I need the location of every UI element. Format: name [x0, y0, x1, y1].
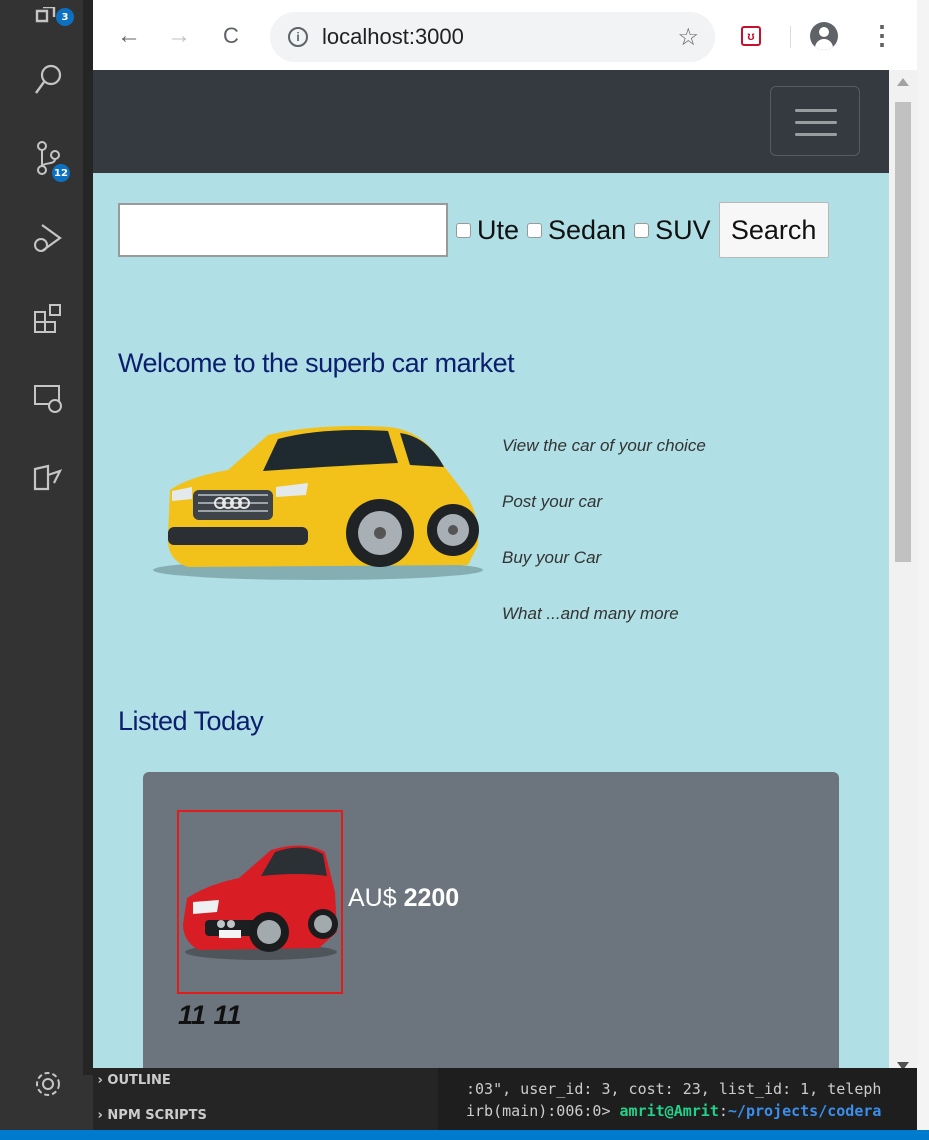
browser-menu-icon[interactable]: ⋮ [869, 20, 895, 51]
scrollbar-thumb[interactable] [895, 102, 911, 562]
site-navbar [93, 70, 889, 173]
url-text[interactable]: localhost:3000 [322, 24, 464, 50]
feature-text: Post your car [502, 492, 603, 511]
site-info-icon[interactable]: i [288, 27, 308, 47]
feature-text: What ...and many more [502, 604, 679, 623]
source-control-badge: 12 [52, 164, 70, 182]
listing-image[interactable] [177, 810, 343, 994]
page-viewport: Ute Sedan SUV Search Welcome to the supe… [93, 70, 889, 1078]
profile-avatar-icon[interactable] [810, 22, 838, 50]
ute-checkbox[interactable] [456, 222, 471, 238]
terminal-user: amrit@Amrit [619, 1102, 719, 1120]
navbar-toggler-button[interactable] [770, 86, 860, 156]
scroll-up-arrow-icon[interactable] [897, 78, 909, 86]
forward-button[interactable]: → [163, 20, 195, 52]
hero-car-image [153, 426, 483, 580]
back-button[interactable]: ← [113, 20, 145, 52]
search-form: Ute Sedan SUV Search [118, 202, 829, 258]
reload-button[interactable]: C [215, 20, 247, 52]
currency-label: AU$ [348, 884, 397, 912]
search-icon[interactable] [30, 62, 66, 98]
price-value: 2200 [403, 884, 460, 912]
run-debug-icon[interactable] [30, 220, 66, 256]
browser-window: ← → C i localhost:3000 ☆ ʊ ⋮ Ute Sedan S… [93, 0, 917, 1078]
live-share-icon[interactable] [30, 460, 66, 496]
suv-checkbox[interactable] [634, 222, 650, 238]
hamburger-line [795, 109, 837, 112]
hamburger-line [795, 133, 837, 136]
outline-panel-header[interactable]: › OUTLINE [93, 1073, 171, 1088]
extension-icon[interactable]: ʊ [741, 26, 761, 46]
welcome-heading: Welcome to the superb car market [118, 348, 515, 378]
vscode-activity-bar: 3 12 [0, 0, 93, 1140]
sedan-checkbox[interactable] [527, 222, 543, 238]
chevron-right-icon: › [93, 1108, 108, 1123]
explorer-badge: 3 [56, 8, 74, 26]
editor-gutter [83, 0, 93, 1075]
toolbar-separator [790, 26, 791, 48]
bookmark-star-icon[interactable]: ☆ [677, 23, 699, 52]
listed-today-heading: Listed Today [118, 706, 264, 736]
listing-card[interactable]: AU$ 2200 11 11 [143, 772, 839, 1078]
search-button[interactable]: Search [718, 202, 829, 258]
terminal-path: ~/projects/codera [727, 1102, 882, 1120]
feature-text: Buy your Car [502, 548, 602, 567]
panel-label: OUTLINE [107, 1073, 171, 1088]
sedan-label: Sedan [548, 214, 627, 245]
feature-text: View the car of your choice [502, 436, 706, 455]
listing-price: AU$ 2200 [348, 884, 459, 913]
listing-title: 11 11 [178, 1000, 242, 1030]
status-bar [0, 1130, 929, 1140]
suv-label: SUV [655, 214, 711, 245]
panel-label: NPM SCRIPTS [107, 1108, 207, 1123]
page-scrollbar[interactable] [889, 70, 917, 1078]
address-bar[interactable]: i localhost:3000 ☆ [270, 12, 715, 62]
search-input[interactable] [118, 203, 448, 257]
extensions-icon[interactable] [30, 300, 66, 336]
terminal-prompt: irb(main):006:0> [466, 1102, 620, 1120]
window-edge [917, 0, 929, 1140]
chevron-right-icon: › [93, 1073, 108, 1088]
terminal-colon: : [718, 1102, 728, 1120]
sidebar-panels: › OUTLINE › NPM SCRIPTS [93, 1068, 438, 1130]
terminal-line: :03", user_id: 3, cost: 23, list_id: 1, … [466, 1080, 882, 1098]
settings-gear-icon[interactable] [30, 1066, 66, 1102]
terminal-panel[interactable]: :03", user_id: 3, cost: 23, list_id: 1, … [438, 1068, 917, 1130]
terminal-line: irb(main):006:0> amrit@Amrit:~/projects/… [466, 1102, 881, 1120]
npm-scripts-panel-header[interactable]: › NPM SCRIPTS [93, 1108, 207, 1123]
hamburger-line [795, 121, 837, 124]
browser-toolbar: ← → C i localhost:3000 ☆ ʊ ⋮ [93, 0, 917, 70]
remote-explorer-icon[interactable] [30, 380, 66, 416]
ute-label: Ute [477, 214, 520, 245]
